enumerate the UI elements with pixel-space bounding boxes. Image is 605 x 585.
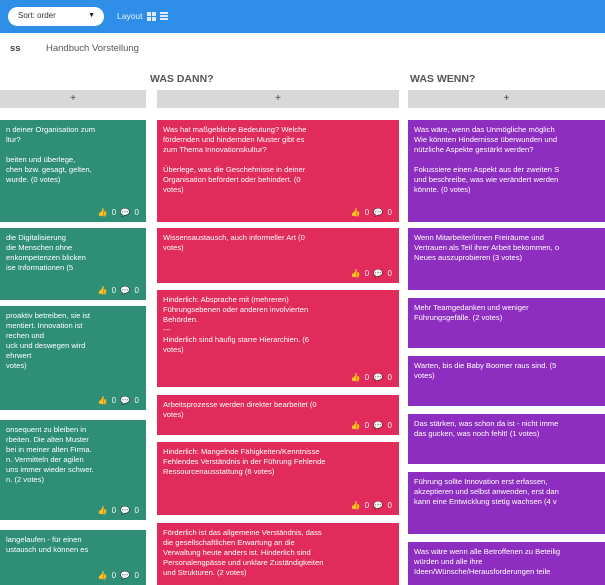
layout-label: Layout xyxy=(117,11,143,21)
card[interactable]: Förderlich ist das allgemeine Verständni… xyxy=(157,523,399,585)
card[interactable]: Was wäre, wenn das Unmögliche möglich Wi… xyxy=(408,120,605,222)
card[interactable]: Hinderlich: Absprache mit (mehreren) Füh… xyxy=(157,290,399,387)
card-actions[interactable]: 👍 0 💬 0 xyxy=(98,208,141,218)
card-actions[interactable]: 👍 0 💬 0 xyxy=(351,208,394,218)
card[interactable]: die Digitalisierung die Menschen ohne en… xyxy=(0,228,146,300)
card[interactable]: Arbeitsprozesse werden direkter bearbeit… xyxy=(157,395,399,435)
card-actions[interactable]: 👍 0 💬 0 xyxy=(351,501,394,511)
handbook-link[interactable]: Handbuch Vorstellung xyxy=(46,43,139,54)
list-layout-icon[interactable] xyxy=(159,12,168,20)
card[interactable]: Das stärken, was schon da ist - nicht im… xyxy=(408,414,605,464)
card[interactable]: Wissensaustausch, auch informeller Art (… xyxy=(157,228,399,283)
card-text: Warten, bis die Baby Boomer raus sind. (… xyxy=(414,361,557,380)
card-text: onsequent zu bleiben in rbeiten. Die alt… xyxy=(6,425,94,484)
card-text: Wenn Mitarbeiter/innen Freiräume und Ver… xyxy=(414,233,560,262)
layout-toggle[interactable]: Layout xyxy=(117,11,168,21)
card-text: Förderlich ist das allgemeine Verständni… xyxy=(163,528,324,577)
card-text: die Digitalisierung die Menschen ohne en… xyxy=(6,233,86,272)
card[interactable]: Wenn Mitarbeiter/innen Freiräume und Ver… xyxy=(408,228,605,290)
grid-layout-icon[interactable] xyxy=(146,11,156,21)
card-text: Was wäre, wenn das Unmögliche möglich Wi… xyxy=(414,125,560,194)
card-text: Hinderlich: Mangelnde Fähigkeiten/Kenntn… xyxy=(163,447,326,476)
sort-select[interactable]: Sort: order ▼ xyxy=(8,7,104,26)
card-actions[interactable]: 👍 0 💬 0 xyxy=(98,396,141,406)
card-actions[interactable]: 👍 0 💬 0 xyxy=(98,506,141,516)
card-text: Hinderlich: Absprache mit (mehreren) Füh… xyxy=(163,295,310,354)
card[interactable]: Warten, bis die Baby Boomer raus sind. (… xyxy=(408,356,605,406)
card[interactable]: Führung sollte Innovation erst erfassen,… xyxy=(408,472,605,534)
top-toolbar: Sort: order ▼ Layout xyxy=(0,0,605,33)
add-card-button[interactable]: + xyxy=(157,90,399,108)
card-text: Das stärken, was schon da ist - nicht im… xyxy=(414,419,559,438)
card-actions[interactable]: 👍 0 💬 0 xyxy=(351,421,394,431)
breadcrumb-current[interactable]: ss xyxy=(10,43,21,54)
card-text: Was hat maßgebliche Bedeutung? Welche fö… xyxy=(163,125,307,194)
add-card-button[interactable]: + xyxy=(0,90,146,108)
column-header-was-wenn: WAS WENN? xyxy=(410,73,476,85)
card-actions[interactable]: 👍 0 💬 0 xyxy=(98,571,141,581)
card-text: proaktiv betreiben, sie ist mentiert. In… xyxy=(6,311,90,370)
chevron-down-icon: ▼ xyxy=(88,12,95,19)
card-actions[interactable]: 👍 0 💬 0 xyxy=(351,373,394,383)
card-actions[interactable]: 👍 0 💬 0 xyxy=(351,269,394,279)
card[interactable]: Hinderlich: Mangelnde Fähigkeiten/Kenntn… xyxy=(157,442,399,515)
card-actions[interactable]: 👍 0 💬 0 xyxy=(98,286,141,296)
card-text: Führung sollte Innovation erst erfassen,… xyxy=(414,477,559,506)
card-text: Was wäre wenn alle Betroffenen zu Beteil… xyxy=(414,547,561,576)
card[interactable]: langelaufen - für einen ustausch und kön… xyxy=(0,530,146,585)
card-text: langelaufen - für einen ustausch und kön… xyxy=(6,535,89,554)
card[interactable]: n deiner Organisation zum ltur? beiten u… xyxy=(0,120,146,222)
card-text: Arbeitsprozesse werden direkter bearbeit… xyxy=(163,400,317,419)
card-text: n deiner Organisation zum ltur? beiten u… xyxy=(6,125,96,184)
card[interactable]: proaktiv betreiben, sie ist mentiert. In… xyxy=(0,306,146,410)
card[interactable]: Mehr Teamgedanken und weniger Führungsge… xyxy=(408,298,605,348)
column-header-was-dann: WAS DANN? xyxy=(150,73,214,85)
sort-select-label: Sort: order xyxy=(18,11,56,20)
card[interactable]: onsequent zu bleiben in rbeiten. Die alt… xyxy=(0,420,146,520)
card-text: Mehr Teamgedanken und weniger Führungsge… xyxy=(414,303,529,322)
breadcrumb: ss Handbuch Vorstellung xyxy=(0,33,605,64)
card-text: Wissensaustausch, auch informeller Art (… xyxy=(163,233,305,252)
add-card-button[interactable]: + xyxy=(408,90,605,108)
card[interactable]: Was hat maßgebliche Bedeutung? Welche fö… xyxy=(157,120,399,222)
card[interactable]: Was wäre wenn alle Betroffenen zu Beteil… xyxy=(408,542,605,585)
